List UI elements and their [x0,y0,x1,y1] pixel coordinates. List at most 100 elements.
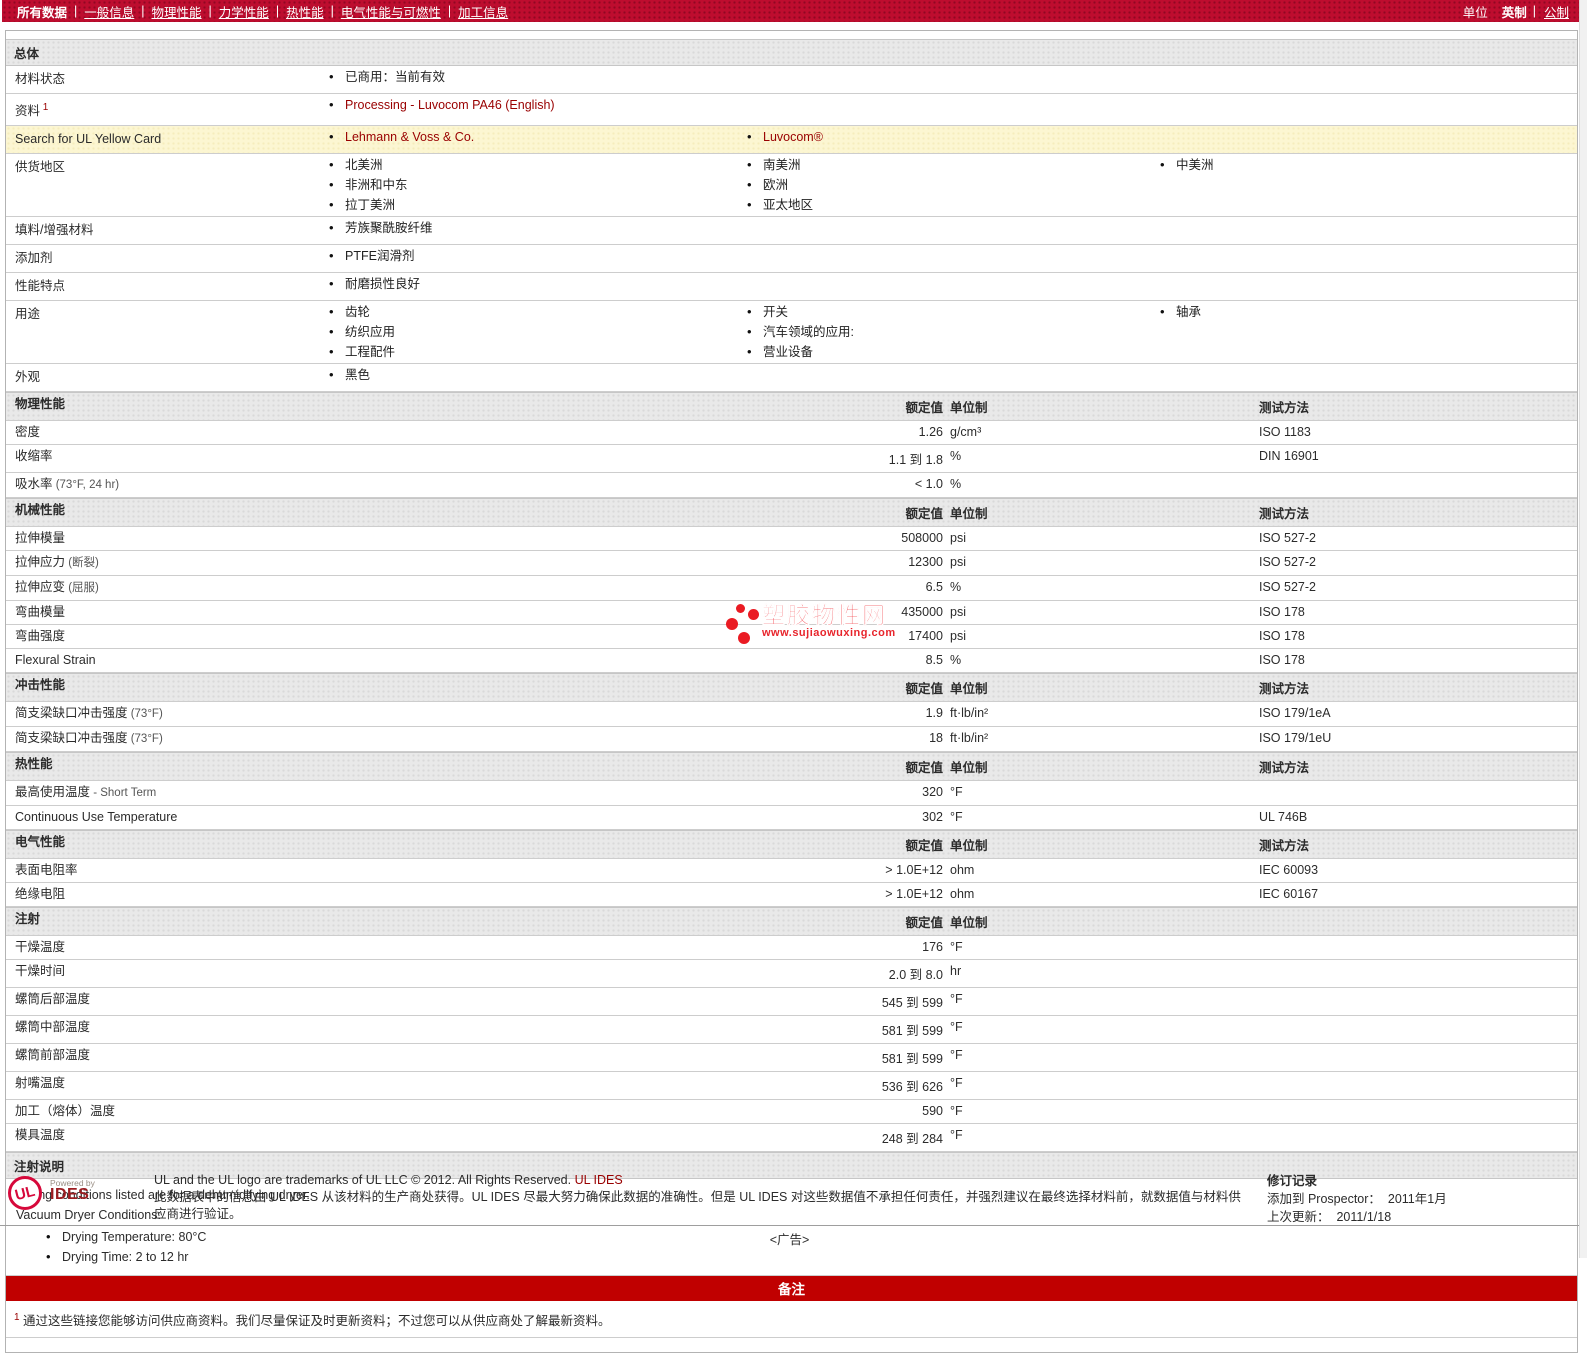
row-label-note: - Short Term [90,787,157,800]
unit-switcher: 单位 英制 | 公制 [1463,2,1569,21]
row-label-note: (屈服) [65,582,99,595]
column-header-unit: 单位制 [950,507,988,522]
row-test-method: ISO 527-2 [1259,531,1316,546]
ul-ides-link[interactable]: UL IDES [575,1173,623,1187]
nav-tab-4[interactable]: 力学性能 [219,2,269,21]
bullet-icon: • [329,197,334,213]
bullet-icon: • [329,220,334,236]
nav-tab-2[interactable]: 一般信息 [84,2,134,21]
list-item[interactable]: • Luvocom® [741,127,1154,147]
value-text: 齿轮 [345,305,371,320]
bullet-icon: • [329,344,334,360]
ul-ides-logo: UL Powered by IDES [8,1172,154,1226]
row-test-method: IEC 60093 [1259,863,1319,878]
section-title: 物理性能 [15,397,66,412]
copyright-line: UL and the UL logo are trademarks of UL … [154,1172,1249,1189]
list-item[interactable]: • Processing - Luvocom PA46 (English) [323,95,741,115]
vertical-scrollbar[interactable] [1579,0,1587,1258]
nav-tab-1[interactable]: 所有数据 [17,2,67,21]
row-test-method: ISO 178 [1259,653,1305,668]
row-value-column [741,218,1154,243]
row-unit: °F [950,1128,963,1143]
value-text: 中美洲 [1176,158,1214,173]
revision-title: 修订记录 [1267,1174,1318,1188]
list-item: • 中美洲 [1154,155,1577,175]
row-label-note: (73°F) [127,708,163,721]
row-value-column [1154,274,1577,299]
value-text: 南美洲 [763,158,801,173]
section-header: 物理性能 额定值 单位制 测试方法 [6,392,1577,422]
list-item: • 工程配件 [323,342,741,362]
row-value: 302 [922,810,943,825]
table-row: 干燥时间 2.0 到 8.0 hr [6,960,1577,989]
footnote-text: 通过这些链接您能够访问供应商资料。我们尽量保证及时更新资料；不过您可以从供应商处… [23,1314,611,1329]
row-test-method: ISO 178 [1259,629,1305,644]
table-row: Continuous Use Temperature 302 °F UL 746B [6,806,1577,831]
row-label: 加工（熔体）温度 [15,1104,116,1119]
row-value: 176 [922,940,943,955]
nav-tab-6[interactable]: 电气性能与可燃性 [341,2,441,21]
section-title: 热性能 [15,757,53,772]
row-unit: °F [950,810,963,825]
row-value-column: • Luvocom® [741,127,1154,152]
list-item: • 纺织应用 [323,322,741,342]
row-unit: °F [950,940,963,955]
row-label-note: (断裂) [65,557,99,570]
table-row: 简支梁缺口冲击强度 (73°F) 18 ft·lb/in² ISO 179/1eU [6,727,1577,753]
row-label: 弯曲模量 [15,605,66,620]
bullet-icon: • [747,197,752,213]
nav-separator: | [74,4,78,18]
row-value-column [1154,127,1577,152]
list-item: • 芳族聚酰胺纤维 [323,218,741,238]
row-unit: g/cm³ [950,425,982,440]
row-value: 320 [922,785,943,800]
bullet-icon: • [329,304,334,320]
row-value-column: • 耐磨损性良好 [323,274,741,299]
unit-separator: | [1532,4,1536,18]
column-header-method: 测试方法 [1259,682,1310,697]
bullet-icon: • [747,177,752,193]
table-row: 资料 1 • Processing - Luvocom PA46 (English) [6,94,1577,127]
row-value: 8.5 [925,653,943,668]
nav-separator: | [447,4,452,18]
table-row: 材料状态 • 已商用：当前有效 [6,66,1577,94]
unit-metric-link[interactable]: 公制 [1544,2,1569,21]
row-label: 材料状态 [15,72,66,86]
table-bottom-spacer [6,1338,1577,1352]
row-value-column: • 北美洲 • 非洲和中东 • 拉丁美洲 [323,155,741,215]
nav-tab-3[interactable]: 物理性能 [152,2,202,21]
disclaimer-text: 此数据表中的信息由 UL IDES 从该材料的生产商处获得。UL IDES 尽最… [154,1190,1241,1221]
value-text: 纺织应用 [345,325,396,340]
value-text: 营业设备 [763,345,814,360]
nav-tab-7[interactable]: 加工信息 [458,2,508,21]
table-row: 外观 • 黑色 [6,364,1577,393]
row-value-column [1154,246,1577,271]
row-label: Search for UL Yellow Card [15,132,162,147]
row-test-method [1258,936,1577,959]
table-row: 绝缘电阻 > 1.0E+12 ohm IEC 60167 [6,883,1577,908]
value-text: 欧洲 [763,178,789,193]
row-test-method: DIN 16901 [1259,449,1319,464]
nav-separator: | [208,4,212,18]
section-header: 冲击性能 额定值 单位制 测试方法 [6,673,1577,703]
row-unit: °F [950,1076,963,1091]
bullet-icon: • [329,97,334,112]
value-text: 黑色 [345,368,371,383]
unit-imperial: 英制 [1501,5,1527,20]
row-label: 供货地区 [15,160,66,175]
value-text: PTFE润滑剂 [345,249,415,264]
list-item[interactable]: • Lehmann & Voss & Co. [323,127,741,147]
row-value: 581 到 599 [881,1052,943,1067]
row-value: 1.9 [925,706,943,721]
table-row: 加工（熔体）温度 590 °F [6,1100,1577,1125]
units-label: 单位 [1462,5,1488,20]
row-label: 拉伸应变 (屈服) [15,580,99,595]
section-header: 热性能 额定值 单位制 测试方法 [6,752,1577,782]
footer-text: UL and the UL logo are trademarks of UL … [154,1172,1267,1226]
nav-tab-5[interactable]: 热性能 [286,2,324,21]
column-header-value: 额定值 [905,916,943,931]
table-row: 弯曲模量 435000 psi ISO 178 [6,601,1577,626]
value-text: 轴承 [1176,305,1202,320]
table-row: 最高使用温度 - Short Term 320 °F [6,781,1577,807]
table-row: 拉伸应力 (断裂) 12300 psi ISO 527-2 [6,551,1577,577]
